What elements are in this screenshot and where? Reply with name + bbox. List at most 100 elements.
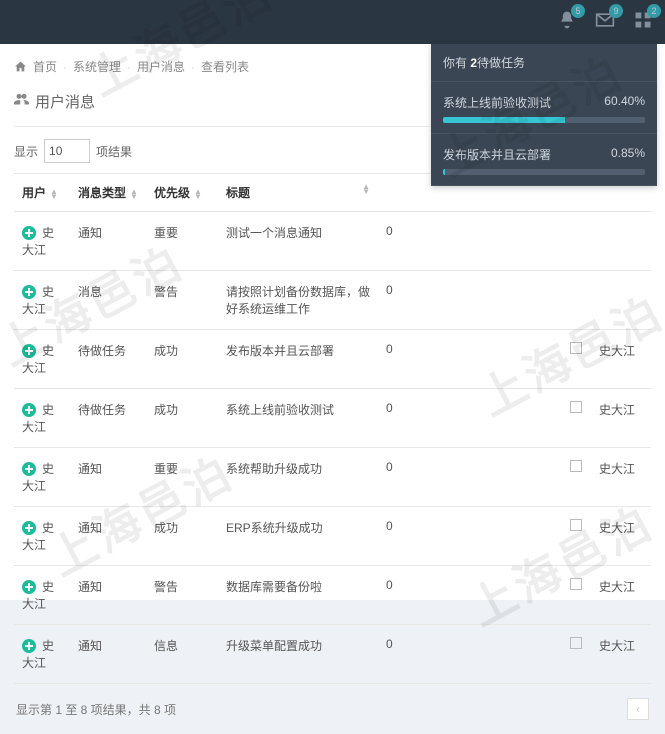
cell-type: 通知 xyxy=(70,448,146,507)
expand-icon[interactable] xyxy=(22,403,36,417)
table-row: 史大江待做任务成功系统上线前验收测试0史大江 xyxy=(14,389,651,448)
top-bar: 5 9 2 xyxy=(0,0,665,44)
col-header-title[interactable]: 标题 ▲▼ xyxy=(218,174,378,212)
row-checkbox[interactable] xyxy=(570,401,582,413)
cell-priority: 重要 xyxy=(146,448,218,507)
expand-icon[interactable] xyxy=(22,462,36,476)
messages-table: 用户▲▼ 消息类型▲▼ 优先级▲▼ 标题▲▼ 史大江通知重要测试一个消息通知0史… xyxy=(14,174,651,684)
table-row: 史大江通知重要测试一个消息通知0 xyxy=(14,212,651,271)
table-row: 史大江消息警告请按照计划备份数据库，做好系统运维工作0 xyxy=(14,271,651,330)
bell-icon[interactable]: 5 xyxy=(557,10,577,30)
tasks-dropdown: 你有 2待做任务 系统上线前验收测试 60.40% 发布版本并且云部署 0.85… xyxy=(431,44,657,186)
table-row: 史大江待做任务成功发布版本并且云部署0史大江 xyxy=(14,330,651,389)
cell-priority: 重要 xyxy=(146,212,218,271)
cell-title: 发布版本并且云部署 xyxy=(218,330,378,389)
row-checkbox[interactable] xyxy=(570,460,582,472)
row-checkbox[interactable] xyxy=(570,637,582,649)
col-header-user-label: 用户 xyxy=(22,186,46,200)
cell-count: 0 xyxy=(378,212,412,271)
cell-count: 0 xyxy=(378,330,412,389)
sort-icon: ▲▼ xyxy=(130,189,138,199)
breadcrumb-item[interactable]: 系统管理 xyxy=(73,58,121,75)
mail-icon[interactable]: 9 xyxy=(595,10,615,30)
tasks-dropdown-header: 你有 2待做任务 xyxy=(431,44,657,82)
cell-type: 待做任务 xyxy=(70,389,146,448)
task-progressbar xyxy=(443,169,645,175)
cell-title: 系统帮助升级成功 xyxy=(218,448,378,507)
col-header-type[interactable]: 消息类型 ▲▼ xyxy=(70,174,146,212)
cell-type: 待做任务 xyxy=(70,330,146,389)
cell-title: 系统上线前验收测试 xyxy=(218,389,378,448)
panel-title: 用户消息 xyxy=(35,91,95,112)
length-label-entries: 项结果 xyxy=(96,143,132,160)
expand-icon[interactable] xyxy=(22,580,36,594)
table-row: 史大江通知重要系统帮助升级成功0史大江 xyxy=(14,448,651,507)
sort-icon: ▲▼ xyxy=(194,189,202,199)
users-icon xyxy=(14,92,29,111)
cell-title: ERP系统升级成功 xyxy=(218,507,378,566)
sort-icon: ▲▼ xyxy=(362,184,370,194)
cell-from: 史大江 xyxy=(591,566,651,625)
col-header-priority-label: 优先级 xyxy=(154,186,190,200)
tasks-head-prefix: 你有 xyxy=(443,56,470,70)
breadcrumb-item[interactable]: 查看列表 xyxy=(201,58,249,75)
cell-from: 史大江 xyxy=(591,330,651,389)
tasks-head-suffix: 待做任务 xyxy=(477,56,525,70)
col-header-priority[interactable]: 优先级 ▲▼ xyxy=(146,174,218,212)
cell-priority: 成功 xyxy=(146,507,218,566)
cell-priority: 警告 xyxy=(146,566,218,625)
expand-icon[interactable] xyxy=(22,344,36,358)
breadcrumb-home[interactable]: 首页 xyxy=(33,58,57,75)
expand-icon[interactable] xyxy=(22,521,36,535)
cell-type: 通知 xyxy=(70,507,146,566)
col-header-type-label: 消息类型 xyxy=(78,186,126,200)
length-label-show: 显示 xyxy=(14,143,38,160)
table-row: 史大江通知成功ERP系统升级成功0史大江 xyxy=(14,507,651,566)
cell-count: 0 xyxy=(378,625,412,684)
table-row: 史大江通知警告数据库需要备份啦0史大江 xyxy=(14,566,651,625)
cell-count: 0 xyxy=(378,389,412,448)
cell-priority: 成功 xyxy=(146,389,218,448)
home-icon[interactable] xyxy=(14,60,27,74)
breadcrumb-sep: · xyxy=(191,60,195,74)
cell-priority: 警告 xyxy=(146,271,218,330)
length-select[interactable] xyxy=(44,139,90,163)
row-checkbox[interactable] xyxy=(570,519,582,531)
task-item[interactable]: 发布版本并且云部署 0.85% xyxy=(431,134,657,186)
cell-priority: 信息 xyxy=(146,625,218,684)
cell-from xyxy=(591,212,651,271)
pager-prev-button[interactable]: ‹ xyxy=(627,698,649,720)
breadcrumb-item[interactable]: 用户消息 xyxy=(137,58,185,75)
cell-count: 0 xyxy=(378,271,412,330)
cell-count: 0 xyxy=(378,566,412,625)
expand-icon[interactable] xyxy=(22,226,36,240)
apps-icon[interactable]: 2 xyxy=(633,10,653,30)
cell-from: 史大江 xyxy=(591,448,651,507)
cell-title: 升级菜单配置成功 xyxy=(218,625,378,684)
task-name: 发布版本并且云部署 xyxy=(443,146,551,163)
task-percent: 0.85% xyxy=(611,146,645,163)
cell-type: 通知 xyxy=(70,566,146,625)
col-header-user[interactable]: 用户▲▼ xyxy=(14,174,70,212)
cell-from: 史大江 xyxy=(591,507,651,566)
expand-icon[interactable] xyxy=(22,285,36,299)
cell-priority: 成功 xyxy=(146,330,218,389)
breadcrumb-sep: · xyxy=(127,60,131,74)
row-checkbox[interactable] xyxy=(570,578,582,590)
task-percent: 60.40% xyxy=(604,94,645,111)
mail-badge: 9 xyxy=(609,4,623,18)
cell-from: 史大江 xyxy=(591,625,651,684)
expand-icon[interactable] xyxy=(22,639,36,653)
row-checkbox[interactable] xyxy=(570,342,582,354)
cell-type: 通知 xyxy=(70,212,146,271)
table-row: 史大江通知信息升级菜单配置成功0史大江 xyxy=(14,625,651,684)
col-header-title-label: 标题 xyxy=(226,186,250,200)
apps-badge: 2 xyxy=(647,4,661,18)
cell-count: 0 xyxy=(378,507,412,566)
cell-type: 通知 xyxy=(70,625,146,684)
task-progressbar xyxy=(443,117,645,123)
cell-count: 0 xyxy=(378,448,412,507)
table-info: 显示第 1 至 8 项结果，共 8 项 xyxy=(16,701,176,718)
task-item[interactable]: 系统上线前验收测试 60.40% xyxy=(431,82,657,134)
cell-title: 请按照计划备份数据库，做好系统运维工作 xyxy=(218,271,378,330)
